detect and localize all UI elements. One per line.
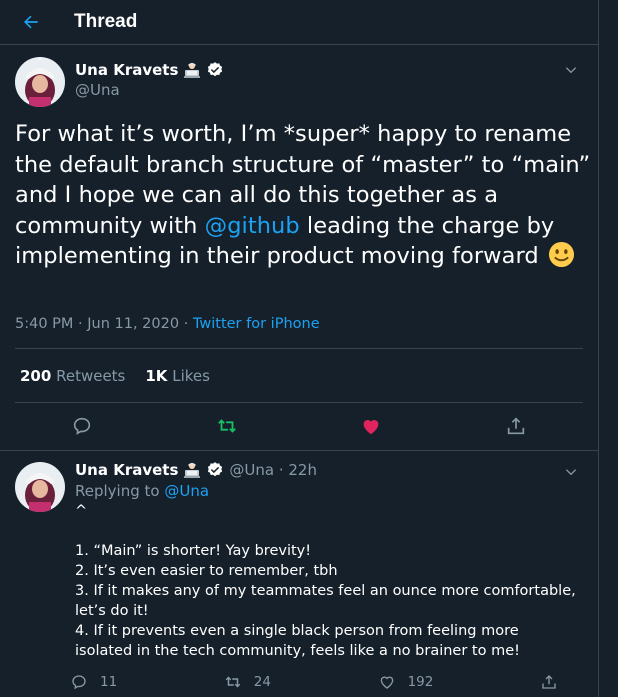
like-button[interactable]	[360, 415, 382, 437]
user-block: Una Kravets @Una · 22h Replying to @Una	[75, 460, 317, 502]
share-icon	[542, 675, 556, 689]
reply-actions: 11 24 192	[0, 673, 598, 691]
page-title: Thread	[74, 11, 138, 32]
divider	[15, 348, 583, 349]
share-button[interactable]	[505, 415, 527, 437]
verified-badge-icon	[208, 462, 223, 477]
chevron-down-icon[interactable]	[564, 465, 578, 479]
display-name[interactable]: Una Kravets	[75, 60, 178, 80]
tweet-meta: 5:40 PM · Jun 11, 2020 · Twitter for iPh…	[15, 316, 320, 332]
reply-icon	[72, 675, 86, 690]
reply-icon	[74, 417, 91, 435]
tweet-actions	[0, 415, 598, 437]
reply-button[interactable]: 11	[70, 673, 117, 691]
replying-to-link[interactable]: @Una	[164, 482, 209, 500]
reply-count: 11	[100, 674, 118, 690]
tweet-stats: 200 Retweets 1K Likes	[20, 367, 210, 385]
user-handle[interactable]: @Una	[75, 80, 224, 100]
retweet-icon	[217, 419, 236, 433]
tweet-timestamp[interactable]: 5:40 PM · Jun 11, 2020 ·	[15, 316, 193, 332]
likes-count: 1K	[145, 367, 168, 385]
retweets-stat[interactable]: 200 Retweets	[20, 367, 125, 385]
display-name[interactable]: Una Kravets	[75, 460, 178, 480]
verified-badge-icon	[208, 62, 223, 77]
back-arrow-icon[interactable]	[21, 12, 41, 32]
avatar[interactable]	[15, 57, 65, 107]
divider	[15, 402, 583, 403]
retweets-label: Retweets	[56, 367, 126, 385]
retweet-button[interactable]: 24	[224, 673, 271, 691]
likes-stat[interactable]: 1K Likes	[145, 367, 210, 385]
retweet-icon	[225, 676, 241, 688]
like-count: 192	[407, 674, 434, 690]
reply-button[interactable]	[71, 415, 93, 437]
heart-icon	[363, 420, 379, 435]
retweets-count: 200	[20, 367, 52, 385]
thread-column: Thread Una Kravets @Una For what it’s wo…	[0, 0, 599, 697]
share-button[interactable]	[540, 673, 558, 691]
replying-to: Replying to @Una	[75, 480, 317, 502]
replying-prefix: Replying to	[75, 482, 165, 500]
avatar[interactable]	[15, 462, 65, 512]
heart-outline-icon	[380, 676, 393, 689]
mention-link[interactable]: @github	[205, 213, 300, 239]
reply-tweet[interactable]: Una Kravets @Una · 22h Replying to @Una	[0, 451, 598, 697]
user-block: Una Kravets @Una	[75, 60, 224, 100]
technologist-emoji-icon	[184, 463, 201, 478]
share-icon	[507, 417, 524, 435]
retweet-button[interactable]	[216, 415, 238, 437]
likes-label: Likes	[172, 367, 210, 385]
retweet-count: 24	[253, 674, 271, 690]
thread-header: Thread	[0, 0, 598, 45]
name-row: Una Kravets @Una · 22h	[75, 460, 317, 480]
technologist-emoji-icon	[184, 63, 201, 78]
tweet-text: For what it’s worth, I’m *super* happy t…	[15, 119, 595, 272]
handle-and-time[interactable]: @Una · 22h	[229, 460, 317, 480]
chevron-down-icon[interactable]	[564, 63, 578, 77]
main-tweet: Una Kravets @Una For what it’s worth, I’	[0, 45, 598, 450]
smile-emoji-icon	[548, 241, 574, 268]
reply-text: ^ 1. “Main” is shorter! Yay brevity! 2. …	[75, 503, 576, 659]
like-button[interactable]: 192	[378, 673, 434, 691]
name-row: Una Kravets	[75, 60, 224, 80]
tweet-source-link[interactable]: Twitter for iPhone	[193, 316, 320, 332]
